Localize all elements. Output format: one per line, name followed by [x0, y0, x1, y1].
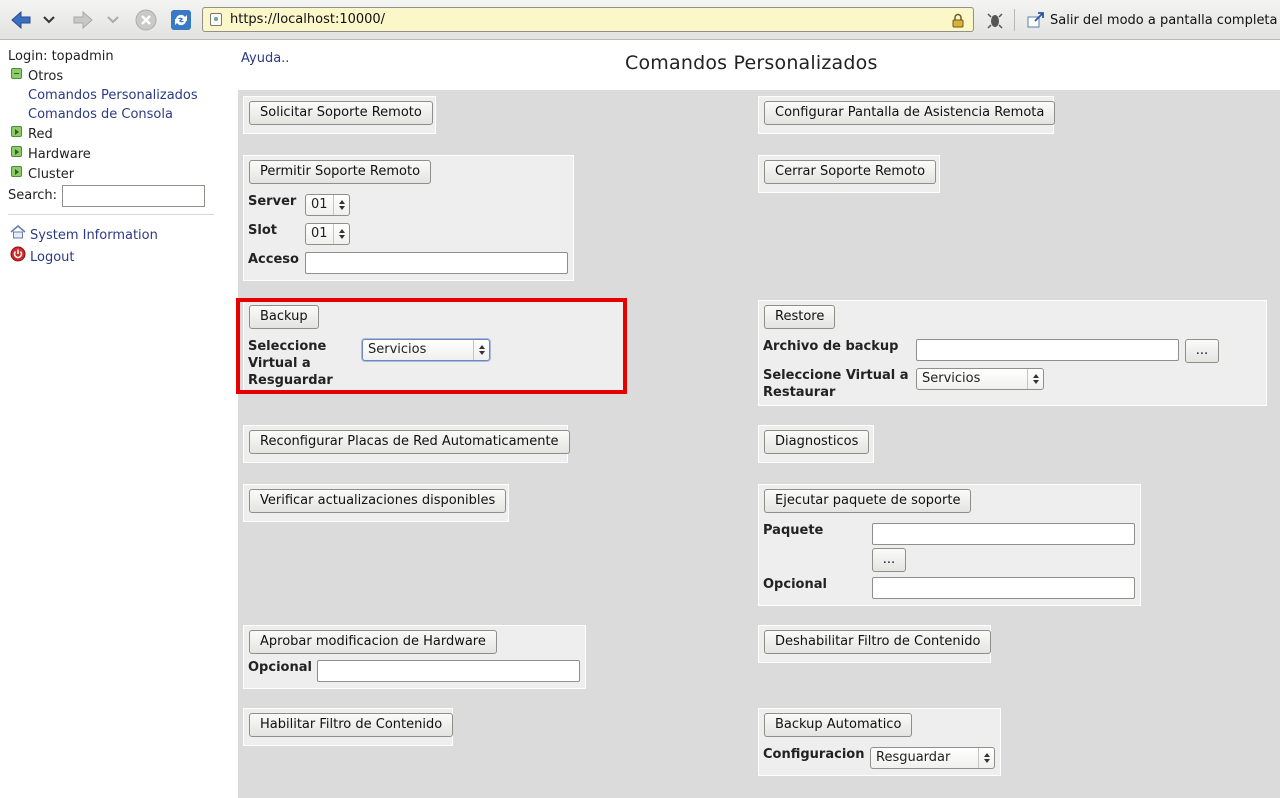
- back-history-dropdown[interactable]: [40, 7, 58, 33]
- select-arrows-icon: [333, 224, 349, 244]
- aprobar-modificacion-button[interactable]: Aprobar modificacion de Hardware: [249, 630, 497, 654]
- cerrar-soporte-remoto-button[interactable]: Cerrar Soporte Remoto: [764, 160, 937, 184]
- acceso-input[interactable]: [305, 252, 568, 274]
- system-information-link[interactable]: System Information: [30, 228, 158, 243]
- select-arrows-icon: [1027, 369, 1043, 389]
- ejecutar-opcional-label: Opcional: [763, 577, 827, 592]
- sidebar: Login: topadmin Otros Comandos Personali…: [0, 40, 228, 798]
- aprobar-opcional-label: Opcional: [248, 660, 312, 675]
- paquete-input[interactable]: [872, 523, 1135, 545]
- restore-virtual-value: Servicios: [922, 371, 981, 386]
- tree-item-red[interactable]: Red: [28, 127, 53, 142]
- back-arrow-icon: [11, 10, 31, 30]
- deshabilitar-filtro-button[interactable]: Deshabilitar Filtro de Contenido: [764, 630, 992, 654]
- page-title: Comandos Personalizados: [625, 52, 878, 74]
- restore-virtual-label: Seleccione Virtual a Restaurar: [763, 368, 909, 400]
- solicitar-soporte-remoto-button[interactable]: Solicitar Soporte Remoto: [249, 101, 433, 125]
- extension-button[interactable]: [985, 7, 1005, 33]
- reconfigurar-placas-button[interactable]: Reconfigurar Placas de Red Automaticamen…: [249, 430, 570, 454]
- search-input[interactable]: [62, 185, 205, 207]
- slot-label: Slot: [248, 223, 277, 238]
- paquete-label: Paquete: [763, 523, 824, 538]
- paquete-browse-button[interactable]: ...: [872, 548, 906, 572]
- ejecutar-paquete-button[interactable]: Ejecutar paquete de soporte: [764, 489, 972, 513]
- sidebar-divider: [8, 214, 214, 215]
- search-label: Search:: [8, 188, 58, 203]
- house-icon: [10, 225, 26, 239]
- help-link[interactable]: Ayuda..: [241, 51, 289, 66]
- backup-automatico-button[interactable]: Backup Automatico: [764, 713, 913, 737]
- collapsed-node-icon[interactable]: [11, 166, 22, 177]
- exit-fullscreen-icon: [1027, 12, 1044, 28]
- slot-value: 01: [311, 226, 328, 241]
- reload-button[interactable]: [168, 7, 194, 33]
- stop-button[interactable]: [133, 7, 159, 33]
- power-icon: [10, 246, 26, 262]
- tree-item-cluster[interactable]: Cluster: [28, 167, 74, 182]
- archivo-backup-label: Archivo de backup: [763, 339, 899, 354]
- collapsed-node-icon[interactable]: [11, 126, 22, 137]
- select-arrows-icon: [473, 340, 489, 360]
- habilitar-filtro-button[interactable]: Habilitar Filtro de Contenido: [249, 713, 454, 737]
- restore-button[interactable]: Restore: [764, 305, 836, 329]
- gecko-icon: [987, 13, 1003, 29]
- acceso-label: Acceso: [248, 252, 299, 267]
- address-text: https://localhost:10000/: [230, 12, 386, 27]
- expanded-node-icon[interactable]: [11, 68, 22, 79]
- backup-virtual-select[interactable]: Servicios: [362, 339, 490, 361]
- reload-icon: [171, 10, 191, 30]
- forward-history-dropdown[interactable]: [104, 7, 122, 33]
- slot-select[interactable]: 01: [305, 223, 350, 245]
- tree-item-otros[interactable]: Otros: [28, 69, 63, 84]
- address-bar[interactable]: https://localhost:10000/: [202, 7, 974, 32]
- server-label: Server: [248, 194, 297, 209]
- select-arrows-icon: [978, 748, 994, 768]
- permitir-soporte-remoto-button[interactable]: Permitir Soporte Remoto: [249, 160, 432, 184]
- server-select[interactable]: 01: [305, 194, 350, 216]
- forward-arrow-icon: [73, 10, 93, 30]
- forward-button[interactable]: [70, 7, 96, 33]
- chevron-down-icon: [43, 16, 55, 24]
- archivo-browse-button[interactable]: ...: [1185, 339, 1219, 363]
- restore-virtual-select[interactable]: Servicios: [916, 368, 1044, 390]
- aprobar-opcional-input[interactable]: [317, 660, 580, 682]
- verificar-actualizaciones-button[interactable]: Verificar actualizaciones disponibles: [249, 489, 507, 513]
- server-value: 01: [311, 197, 328, 212]
- chevron-down-icon: [107, 16, 119, 24]
- page-favicon-icon: [210, 13, 222, 26]
- tree-item-hardware[interactable]: Hardware: [28, 147, 91, 162]
- exit-fullscreen-label: Salir del modo a pantalla completa: [1050, 12, 1278, 28]
- select-arrows-icon: [333, 195, 349, 215]
- back-button[interactable]: [8, 7, 34, 33]
- backup-virtual-label: Seleccione Virtual a Resguardar: [248, 339, 333, 388]
- tree-item-comandos-personalizados[interactable]: Comandos Personalizados: [28, 88, 198, 103]
- toolbar-separator: [1014, 9, 1015, 31]
- archivo-backup-input[interactable]: [916, 339, 1179, 361]
- lock-icon[interactable]: [951, 13, 965, 28]
- login-text: Login: topadmin: [8, 49, 114, 64]
- browser-toolbar: https://localhost:10000/ Salir del modo …: [0, 0, 1280, 40]
- backup-virtual-value: Servicios: [368, 342, 427, 357]
- collapsed-node-icon[interactable]: [11, 146, 22, 157]
- ejecutar-opcional-input[interactable]: [872, 577, 1135, 599]
- backup-button[interactable]: Backup: [249, 305, 319, 329]
- logout-link[interactable]: Logout: [30, 250, 75, 265]
- configurar-pantalla-button[interactable]: Configurar Pantalla de Asistencia Remota: [764, 101, 1056, 125]
- configuracion-label: Configuracion: [763, 747, 865, 762]
- configuracion-value: Resguardar: [876, 750, 951, 765]
- tree-item-comandos-consola[interactable]: Comandos de Consola: [28, 107, 173, 122]
- configuracion-select[interactable]: Resguardar: [870, 747, 995, 769]
- exit-fullscreen-button[interactable]: Salir del modo a pantalla completa: [1027, 10, 1278, 30]
- diagnosticos-button[interactable]: Diagnosticos: [764, 430, 870, 454]
- stop-icon: [135, 9, 157, 31]
